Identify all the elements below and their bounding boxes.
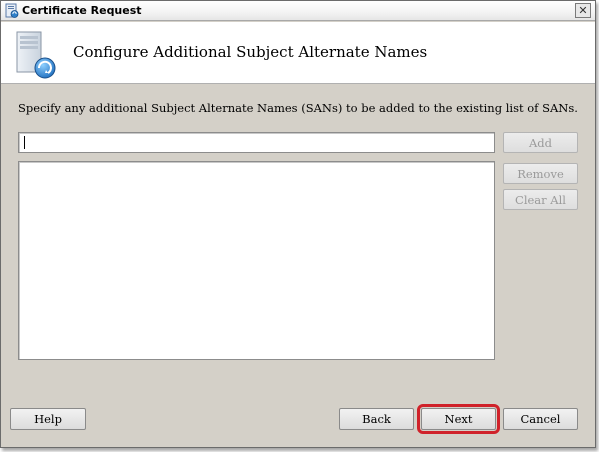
app-icon	[4, 3, 20, 19]
close-button[interactable]: ✕	[575, 3, 591, 18]
add-button[interactable]: Add	[503, 132, 578, 153]
text-caret	[24, 136, 25, 149]
certificate-request-dialog: Certificate Request ✕ Configure Addition…	[0, 0, 596, 448]
certificate-server-icon	[14, 30, 60, 80]
page-title: Configure Additional Subject Alternate N…	[73, 43, 428, 61]
wizard-header: Configure Additional Subject Alternate N…	[1, 22, 595, 84]
next-button[interactable]: Next	[417, 404, 500, 434]
back-button[interactable]: Back	[339, 408, 414, 430]
san-input[interactable]	[18, 132, 495, 153]
cancel-button[interactable]: Cancel	[503, 408, 578, 430]
help-button[interactable]: Help	[10, 408, 86, 430]
close-icon: ✕	[578, 4, 588, 17]
instructions-text: Specify any additional Subject Alternate…	[18, 101, 578, 115]
remove-button[interactable]: Remove	[503, 163, 578, 184]
san-list[interactable]	[18, 161, 495, 360]
title-bar[interactable]: Certificate Request ✕	[1, 1, 595, 21]
clear-all-button[interactable]: Clear All	[503, 189, 578, 210]
window-title: Certificate Request	[22, 4, 142, 17]
